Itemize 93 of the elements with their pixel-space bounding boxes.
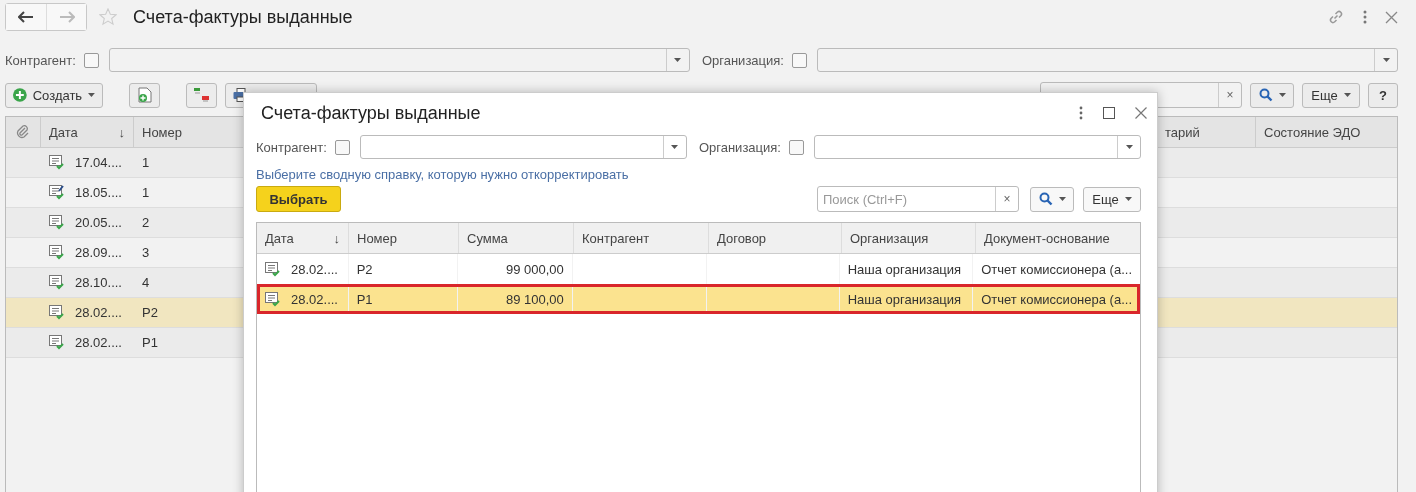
date-cell: 28.02.... <box>75 305 122 320</box>
filter-label: Контрагент: <box>5 52 76 68</box>
caret-icon <box>1058 197 1066 201</box>
paperclip-icon <box>16 125 30 139</box>
table-cell: Р1 <box>356 291 373 307</box>
close-icon[interactable] <box>1385 10 1398 24</box>
filter-checkbox[interactable] <box>83 52 99 68</box>
caret-icon <box>1382 58 1390 62</box>
clear-button[interactable]: × <box>1218 83 1241 107</box>
more-button[interactable]: Еще <box>1083 186 1141 212</box>
number-cell: 1 <box>142 185 150 200</box>
posted-document-icon <box>49 335 65 350</box>
table-cell: Р2 <box>356 261 373 277</box>
date-cell: 28.10.... <box>75 275 122 290</box>
search-icon <box>1038 192 1053 206</box>
number-cell: 2 <box>142 215 150 230</box>
caret-icon <box>1278 93 1286 97</box>
table-cell: 89 100,00 <box>505 291 564 307</box>
filter-field[interactable] <box>359 135 687 159</box>
ledger-icon <box>192 87 211 103</box>
link-icon[interactable] <box>1327 8 1345 26</box>
hint-link[interactable]: Выберите сводную справку, которую нужно откорректировать <box>256 167 629 182</box>
search-icon <box>1258 88 1273 102</box>
table-cell: Наша организация <box>847 291 962 307</box>
column-header[interactable]: Договор <box>709 223 842 253</box>
date-cell: 28.09.... <box>75 245 122 260</box>
filter-checkbox[interactable] <box>791 52 807 68</box>
filter-field[interactable] <box>816 48 1398 72</box>
table-cell: 99 000,00 <box>505 261 564 277</box>
more-button[interactable]: Еще <box>1302 82 1360 108</box>
column-header[interactable]: Сумма <box>459 223 574 253</box>
right-arrow-icon <box>58 11 75 23</box>
more-icon[interactable] <box>1363 10 1367 24</box>
posted-document-icon <box>49 155 65 170</box>
table-cell: Отчет комиссионера (а... <box>981 261 1132 277</box>
date-cell: 18.05.... <box>75 185 122 200</box>
clear-button[interactable]: × <box>995 187 1018 211</box>
search-button[interactable] <box>1030 186 1074 212</box>
add-document-icon <box>137 87 152 103</box>
dialog-title: Счета-фактуры выданные <box>261 102 481 124</box>
search-button[interactable] <box>1250 82 1294 108</box>
filter-field[interactable] <box>108 48 690 72</box>
number-cell: 1 <box>142 155 150 170</box>
column-header[interactable]: Документ-основание <box>976 223 1140 253</box>
filter-label: Организация: <box>698 139 781 155</box>
star-icon[interactable] <box>99 8 117 26</box>
plus-icon <box>13 88 27 102</box>
back-button[interactable] <box>6 4 46 30</box>
column-header[interactable]: Номер <box>349 223 459 253</box>
create-button[interactable]: Создать <box>5 82 103 108</box>
posted-document-icon <box>49 305 65 320</box>
filter-checkbox[interactable] <box>334 139 350 155</box>
debit-credit-button[interactable] <box>186 82 217 108</box>
posted-document-icon <box>265 261 281 277</box>
filter-checkbox[interactable] <box>788 139 804 155</box>
filter-label: Контрагент: <box>256 139 327 155</box>
filter-label: Организация: <box>701 52 784 68</box>
table-cell: 28.02.... <box>291 291 338 307</box>
caret-icon <box>674 58 682 62</box>
number-cell: 3 <box>142 245 150 260</box>
number-cell: 4 <box>142 275 150 290</box>
posted-document-icon <box>49 215 65 230</box>
edited-document-icon <box>49 185 65 200</box>
column-header[interactable]: Дата ↓ <box>257 223 349 253</box>
table-cell: Отчет комиссионера (а... <box>981 291 1132 307</box>
posted-document-icon <box>265 291 281 307</box>
table-row[interactable]: 28.02.... Р1 89 100,00 Наша организация Отчет комиссионера (а... <box>257 284 1140 314</box>
column-header[interactable]: Состояние ЭДО <box>1256 117 1397 147</box>
caret-icon <box>1124 197 1132 201</box>
left-arrow-icon <box>18 11 34 23</box>
copy-document-button[interactable] <box>129 82 160 108</box>
more-icon[interactable] <box>1079 106 1083 120</box>
help-button[interactable]: ? <box>1368 82 1398 108</box>
number-cell: Р1 <box>142 335 158 350</box>
caret-icon <box>88 93 95 97</box>
select-button[interactable]: Выбрать <box>256 186 341 212</box>
number-cell: Р2 <box>142 305 158 320</box>
filter-field[interactable] <box>813 135 1141 159</box>
date-cell: 20.05.... <box>75 215 122 230</box>
column-header[interactable]: Организация <box>842 223 976 253</box>
search-field[interactable]: Поиск (Ctrl+F) × <box>817 186 1019 212</box>
table-cell: Наша организация <box>847 261 962 277</box>
posted-document-icon <box>49 245 65 260</box>
maximize-icon[interactable] <box>1103 107 1115 119</box>
close-icon[interactable] <box>1135 107 1147 119</box>
date-cell: 28.02.... <box>75 335 122 350</box>
column-header[interactable]: Дата ↓ <box>41 117 134 147</box>
column-header[interactable]: Контрагент <box>574 223 709 253</box>
table-cell: 28.02.... <box>291 261 338 277</box>
posted-document-icon <box>49 275 65 290</box>
window-title: Счета-фактуры выданные <box>133 6 353 28</box>
caret-icon <box>1343 93 1351 97</box>
date-cell: 17.04.... <box>75 155 122 170</box>
